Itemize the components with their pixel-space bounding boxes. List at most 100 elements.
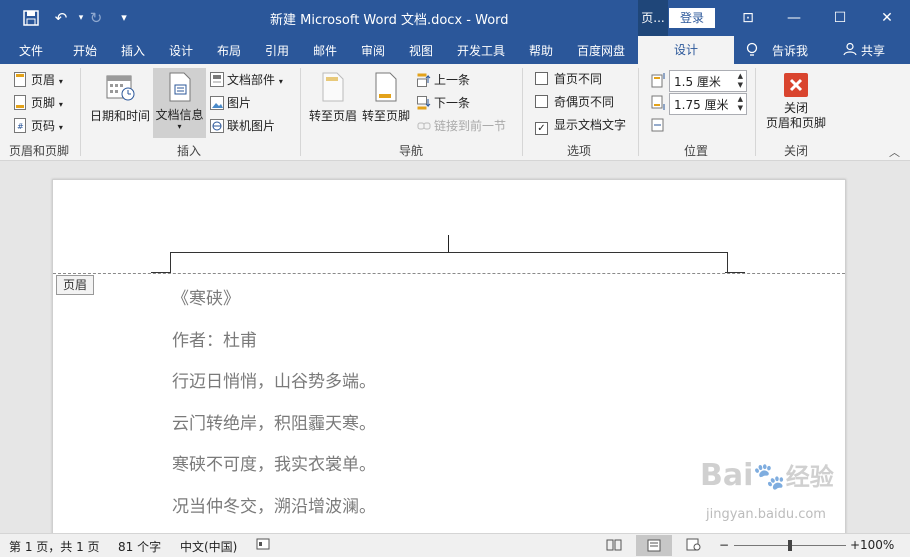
zoom-out-button[interactable]: − (719, 538, 729, 552)
goto-header-icon (308, 72, 358, 105)
online-picture-icon (210, 119, 224, 135)
different-odd-even-checkbox[interactable]: 奇偶页不同 (535, 93, 614, 111)
group-label-close: 关闭 (784, 144, 809, 158)
tab-design[interactable]: 设计 (169, 42, 193, 59)
document-info-icon (153, 72, 206, 105)
different-first-page-checkbox[interactable]: 首页不同 (535, 70, 602, 88)
online-pictures-button[interactable]: 联机图片 (210, 116, 275, 136)
tab-review[interactable]: 审阅 (361, 42, 385, 59)
header-icon (14, 72, 28, 88)
picture-icon (210, 96, 224, 112)
checkbox-box[interactable] (535, 72, 548, 85)
page-count[interactable]: 第 1 页，共 1 页 (9, 538, 100, 555)
group-divider (80, 68, 81, 156)
pictures-button[interactable]: 图片 (210, 93, 251, 113)
undo-icon[interactable]: ↶ (50, 8, 72, 28)
text-cursor (448, 235, 449, 252)
zoom-level[interactable]: 100% (860, 538, 894, 552)
link-icon (417, 119, 431, 135)
tab-baidu-netdisk[interactable]: 百度网盘 (577, 42, 625, 59)
spin-down-icon[interactable]: ▼ (738, 81, 743, 89)
ribbon-display-options-icon[interactable]: ⊡ (725, 0, 771, 36)
tell-me-search[interactable]: 告诉我 (772, 42, 808, 59)
print-layout-view-button[interactable] (636, 535, 672, 556)
context-tab-title: 页... (638, 0, 668, 36)
group-label-navigation: 导航 (399, 144, 424, 158)
collapse-ribbon-icon[interactable]: ︿ (889, 144, 900, 160)
header-position-icon (650, 72, 666, 91)
minimize-button[interactable]: — (771, 0, 817, 36)
title-bar: ↶ ▾ ↻ ▾ 新建 Microsoft Word 文档.docx - Word… (0, 0, 910, 36)
svg-text:#: # (17, 122, 24, 131)
calendar-icon (88, 72, 152, 105)
close-header-footer-button[interactable]: 关闭 页眉和页脚 (762, 72, 830, 131)
save-icon[interactable] (20, 8, 42, 28)
next-icon (417, 96, 431, 112)
word-count[interactable]: 81 个字 (118, 538, 161, 555)
document-info-button[interactable]: 文档信息 ▾ (153, 68, 206, 138)
tab-file[interactable]: 文件 (19, 42, 43, 59)
share-icon[interactable] (843, 42, 857, 59)
goto-header-button[interactable]: 转至页眉 (308, 72, 358, 124)
redo-icon[interactable]: ↻ (85, 8, 107, 28)
read-mode-icon[interactable] (606, 538, 622, 554)
lightbulb-icon[interactable] (746, 42, 758, 61)
document-area: 页眉 《寒硖》 作者：杜甫 行迈日悄悄，山谷势多端。 云门转绝岸，积阻霾天寒。 … (0, 161, 910, 533)
show-document-text-checkbox[interactable]: ✓ 显示文档文字 (535, 116, 626, 135)
spin-up-icon[interactable]: ▲ (738, 72, 743, 80)
close-window-button[interactable]: ✕ (864, 0, 910, 36)
quick-parts-icon (210, 72, 224, 88)
tab-references[interactable]: 引用 (265, 42, 289, 59)
paw-icon: 🐾 (753, 462, 786, 492)
doc-line: 云门转绝岸，积阻霾天寒。 (172, 414, 376, 434)
share-button[interactable]: 共享 (861, 42, 885, 59)
watermark-logo: Bai🐾经验 (700, 458, 834, 493)
footer-button[interactable]: 页脚 ▾ (14, 93, 63, 113)
quick-parts-button[interactable]: 文档部件 ▾ (210, 70, 283, 90)
checkbox-box[interactable] (535, 95, 548, 108)
spin-down-icon[interactable]: ▼ (738, 104, 743, 112)
footer-position-input[interactable]: 1.75 厘米 ▲ ▼ (669, 93, 747, 115)
insert-alignment-tab-icon[interactable] (651, 118, 665, 135)
footer-position-icon (650, 95, 666, 114)
doc-line-title: 《寒硖》 (172, 289, 240, 309)
page-number-button[interactable]: # 页码 ▾ (14, 116, 63, 136)
header-margin-bracket (170, 252, 728, 273)
header-button[interactable]: 页眉 ▾ (14, 70, 63, 90)
header-tag: 页眉 (56, 275, 95, 295)
group-divider (522, 68, 523, 156)
spin-up-icon[interactable]: ▲ (738, 95, 743, 103)
macro-recording-icon[interactable] (256, 538, 270, 554)
zoom-in-button[interactable]: + (850, 538, 860, 552)
close-icon (762, 72, 830, 101)
status-bar: 第 1 页，共 1 页 81 个字 中文(中国) − + 100% (0, 533, 910, 557)
group-label-options: 选项 (567, 144, 592, 158)
tab-view[interactable]: 视图 (409, 42, 433, 59)
goto-footer-button[interactable]: 转至页脚 (361, 72, 411, 124)
group-label-header-footer: 页眉和页脚 (9, 144, 70, 158)
web-layout-icon[interactable] (686, 538, 701, 554)
date-time-button[interactable]: 日期和时间 (88, 72, 152, 124)
next-button[interactable]: 下一条 (417, 93, 470, 113)
doc-line: 寒硖不可度，我实衣裳单。 (172, 455, 376, 475)
tab-developer[interactable]: 开发工具 (457, 42, 505, 59)
tab-home[interactable]: 开始 (73, 42, 97, 59)
link-to-previous-button[interactable]: 链接到前一节 (417, 116, 506, 136)
checkbox-box[interactable]: ✓ (535, 122, 548, 135)
tab-help[interactable]: 帮助 (529, 42, 553, 59)
header-divider (53, 273, 845, 274)
window-title: 新建 Microsoft Word 文档.docx - Word (270, 13, 509, 28)
header-position-input[interactable]: 1.5 厘米 ▲ ▼ (669, 70, 747, 92)
tab-mailings[interactable]: 邮件 (313, 42, 337, 59)
tab-layout[interactable]: 布局 (217, 42, 241, 59)
tab-insert[interactable]: 插入 (121, 42, 145, 59)
goto-footer-icon (361, 72, 411, 105)
tab-header-footer-design[interactable]: 设计 (638, 36, 734, 64)
customize-quick-access-icon[interactable]: ▾ (113, 8, 135, 28)
zoom-slider-thumb[interactable] (788, 540, 792, 551)
maximize-button[interactable]: ☐ (817, 0, 863, 36)
watermark-url: jingyan.baidu.com (706, 507, 826, 522)
previous-button[interactable]: 上一条 (417, 70, 470, 90)
language-indicator[interactable]: 中文(中国) (180, 538, 237, 555)
login-button[interactable]: 登录 (669, 8, 715, 28)
